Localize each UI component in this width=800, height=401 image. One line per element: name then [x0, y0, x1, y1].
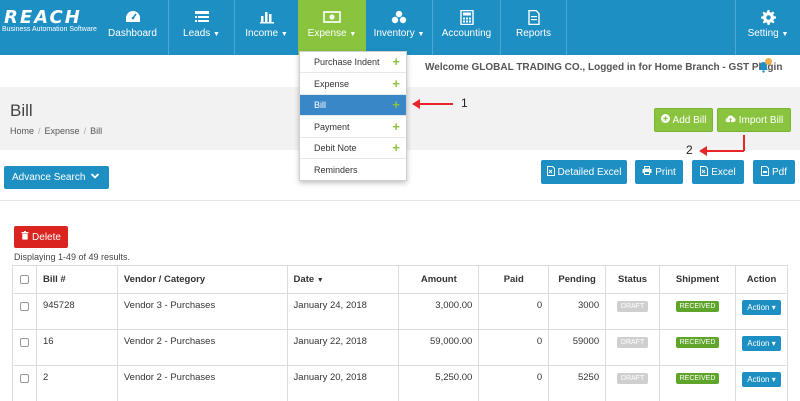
annotation-number-1: 1	[461, 96, 468, 110]
annotation-layer	[412, 99, 745, 156]
annotation-arrow-2	[699, 135, 745, 156]
annotation-arrow-1	[412, 99, 453, 109]
annotation-number-2: 2	[686, 143, 693, 157]
